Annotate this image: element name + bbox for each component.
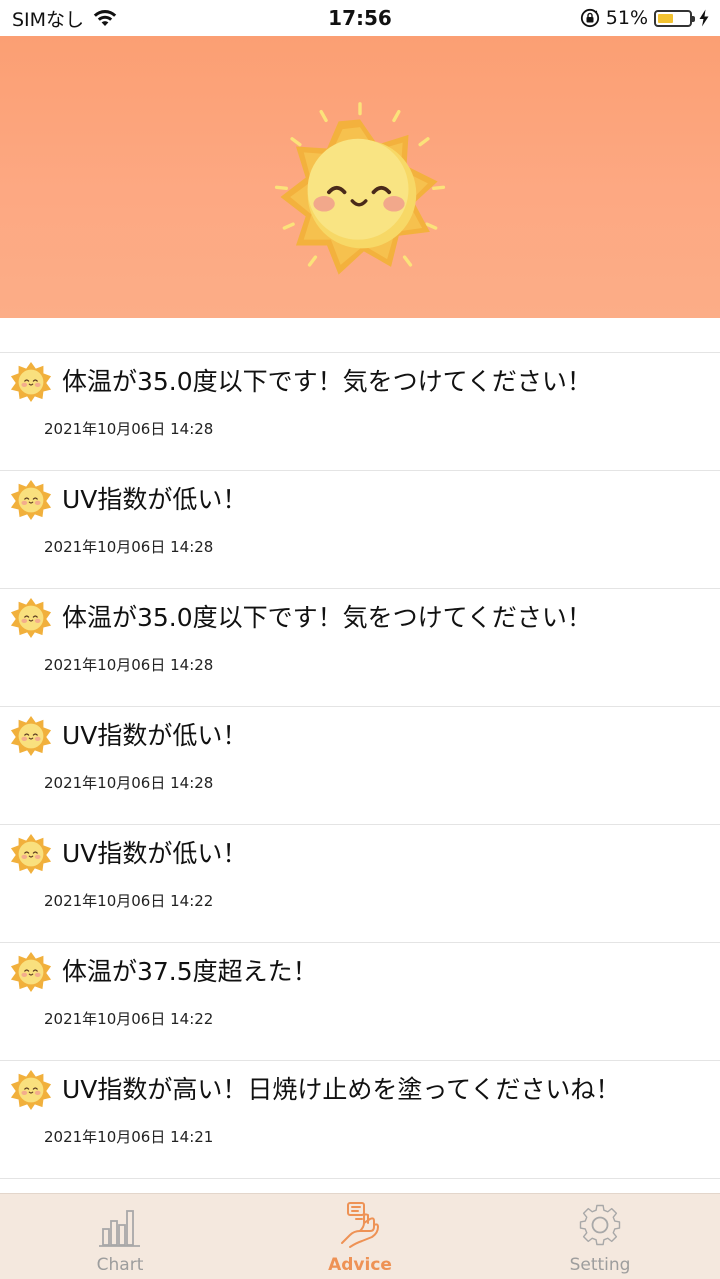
advice-message: 体温が35.0度以下です！気をつけてください！ — [62, 603, 592, 632]
battery-level — [658, 13, 673, 23]
advice-hand-icon — [341, 1202, 379, 1248]
advice-timestamp: 2021年10月06日 14:28 — [44, 420, 214, 438]
list-header-gap — [0, 318, 720, 353]
advice-timestamp: 2021年10月06日 14:22 — [44, 1010, 214, 1028]
advice-timestamp: 2021年10月06日 14:21 — [44, 1128, 214, 1146]
advice-message: UV指数が低い！ — [62, 485, 248, 514]
sun-face-icon — [10, 833, 52, 875]
status-bar-right: 51% — [580, 0, 710, 36]
tab-advice[interactable]: Advice — [240, 1194, 480, 1279]
advice-list-item[interactable]: UV指数が低い！ 2021年10月06日 14:22 — [0, 825, 720, 943]
advice-message: 体温が35.0度以下です！気をつけてください！ — [62, 367, 592, 396]
advice-list[interactable]: 体温が35.0度以下です！気をつけてください！ 2021年10月06日 14:2… — [0, 318, 720, 1193]
sun-face-icon — [10, 597, 52, 639]
advice-list-item[interactable]: 体温が35.0度以下です！気をつけてください！ 2021年10月06日 14:2… — [0, 353, 720, 471]
tab-bar: Chart Advice Setting — [0, 1193, 720, 1279]
advice-timestamp: 2021年10月06日 14:22 — [44, 892, 214, 910]
gear-icon — [579, 1204, 621, 1246]
bar-chart-icon — [99, 1210, 140, 1247]
charging-bolt-icon — [699, 9, 709, 27]
hero-banner — [0, 36, 720, 318]
advice-timestamp: 2021年10月06日 14:28 — [44, 656, 214, 674]
smiling-sun-icon — [274, 102, 446, 275]
advice-message: UV指数が高い！日焼け止めを塗ってくださいね！ — [62, 1075, 621, 1104]
advice-message: UV指数が低い！ — [62, 721, 248, 750]
advice-message: UV指数が低い！ — [62, 839, 248, 868]
advice-list-item[interactable]: UV指数が低い！ 2021年10月06日 14:28 — [0, 471, 720, 589]
advice-list-item[interactable]: 体温が37.5度超えた！ 2021年10月06日 14:22 — [0, 943, 720, 1061]
battery-percent: 51% — [605, 7, 648, 29]
advice-list-item[interactable]: UV指数が高い！日焼け止めを塗ってくださいね！ 2021年10月06日 14:2… — [0, 1061, 720, 1179]
tab-setting[interactable]: Setting — [480, 1194, 720, 1279]
orientation-lock-icon — [580, 8, 599, 28]
battery-icon — [654, 9, 695, 27]
tab-chart-label: Chart — [96, 1255, 144, 1275]
advice-message: 体温が37.5度超えた！ — [62, 957, 318, 986]
tab-setting-label: Setting — [569, 1255, 631, 1275]
status-bar: SIMなし 17:56 51% — [0, 0, 720, 36]
advice-timestamp: 2021年10月06日 14:28 — [44, 538, 214, 556]
sun-face-icon — [10, 479, 52, 521]
tab-chart[interactable]: Chart — [0, 1194, 240, 1279]
advice-list-item[interactable]: 体温が35.0度以下です！気をつけてください！ 2021年10月06日 14:2… — [0, 589, 720, 707]
sun-face-icon — [10, 951, 52, 993]
sun-face-icon — [10, 361, 52, 403]
tab-advice-label: Advice — [328, 1255, 392, 1275]
advice-list-item[interactable]: UV指数が低い！ 2021年10月06日 14:28 — [0, 707, 720, 825]
sun-face-icon — [10, 1069, 52, 1111]
sun-face-icon — [10, 715, 52, 757]
advice-timestamp: 2021年10月06日 14:28 — [44, 774, 214, 792]
